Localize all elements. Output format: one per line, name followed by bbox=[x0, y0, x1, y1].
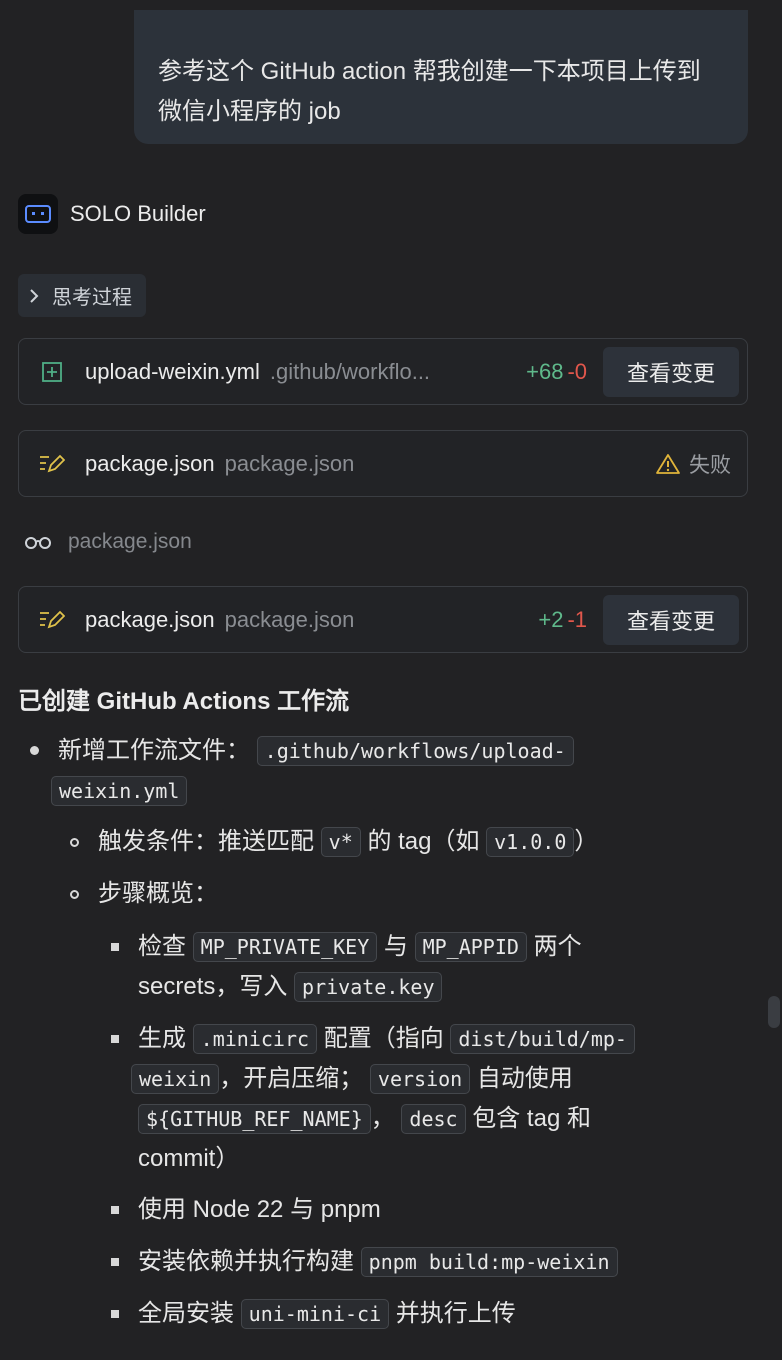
agent-avatar bbox=[18, 193, 58, 234]
list-item-cont: weixin ，开启压缩； version 自动使用 bbox=[131, 1059, 573, 1099]
file-edit-icon bbox=[39, 451, 65, 477]
inline-code: dist/build/mp- bbox=[450, 1024, 635, 1054]
file-edit-icon bbox=[39, 607, 65, 633]
lines-added: +2 bbox=[538, 606, 564, 632]
inline-code: .minicirc bbox=[192, 1024, 318, 1054]
scrollbar-thumb[interactable] bbox=[768, 996, 780, 1028]
file-path: package.json bbox=[224, 606, 355, 632]
glasses-icon bbox=[24, 535, 52, 549]
warning-icon bbox=[655, 453, 681, 475]
list-item-cont: ${GITHUB_REF_NAME}， desc 包含 tag 和 bbox=[138, 1099, 591, 1139]
file-change-card[interactable]: package.json package.json +2 -1 查看变更 bbox=[18, 586, 748, 653]
list-item: 安装依赖并执行构建 pnpm build:mp-weixin bbox=[138, 1242, 618, 1282]
file-name: package.json bbox=[85, 450, 215, 476]
list-item: 检查 MP_PRIVATE_KEY 与 MP_APPID 两个 bbox=[138, 932, 582, 962]
user-message-bubble: 参考这个 GitHub action 帮我创建一下本项目上传到微信小程序的 jo… bbox=[134, 10, 748, 144]
list-item-cont: secrets，写入 private.key bbox=[138, 967, 443, 1007]
list-item-cont: commit） bbox=[138, 1145, 240, 1172]
bullet bbox=[70, 838, 79, 847]
file-path: .github/workflo... bbox=[269, 358, 431, 384]
file-change-card[interactable]: upload-weixin.yml .github/workflo... +68… bbox=[18, 338, 748, 405]
inline-code: private.key bbox=[294, 972, 443, 1002]
inline-code: weixin.yml bbox=[51, 776, 188, 806]
bullet bbox=[111, 1206, 119, 1214]
inline-code: .github/workflows/upload- bbox=[256, 736, 574, 766]
list-item: 全局安装 uni-mini-ci 并执行上传 bbox=[138, 1299, 516, 1329]
list-item: 使用 Node 22 与 pnpm bbox=[138, 1196, 381, 1223]
inline-code: ${GITHUB_REF_NAME} bbox=[138, 1104, 371, 1134]
inline-code: version bbox=[369, 1064, 471, 1094]
inline-code: uni-mini-ci bbox=[240, 1299, 390, 1329]
list-item: 触发条件：推送匹配 v* 的 tag（如 v1.0.0） bbox=[98, 827, 599, 857]
read-file-name: package.json bbox=[68, 530, 192, 553]
bullet bbox=[111, 1258, 119, 1266]
file-name: package.json bbox=[85, 606, 215, 632]
lines-removed: -0 bbox=[567, 358, 587, 384]
list-item: 生成 .minicirc 配置（指向 dist/build/mp- bbox=[138, 1019, 635, 1059]
inline-code: pnpm build:mp-weixin bbox=[360, 1247, 618, 1277]
file-path: package.json bbox=[224, 450, 355, 476]
inline-code: MP_PRIVATE_KEY bbox=[192, 932, 378, 962]
bullet bbox=[111, 943, 119, 951]
agent-header: SOLO Builder bbox=[18, 193, 206, 234]
bullet bbox=[70, 890, 79, 899]
chevron-right-icon bbox=[28, 287, 40, 305]
inline-code: desc bbox=[401, 1104, 466, 1134]
status-text: 失败 bbox=[689, 453, 731, 477]
file-name: upload-weixin.yml bbox=[85, 358, 260, 384]
bullet bbox=[111, 1035, 119, 1043]
lines-removed: -1 bbox=[567, 606, 587, 632]
lines-added: +68 bbox=[526, 358, 564, 384]
file-change-card[interactable]: package.json package.json 失败 bbox=[18, 430, 748, 497]
view-changes-button[interactable]: 查看变更 bbox=[603, 346, 739, 397]
status-badge: 失败 bbox=[655, 449, 731, 479]
bullet bbox=[111, 1310, 119, 1318]
view-changes-button[interactable]: 查看变更 bbox=[603, 594, 739, 645]
user-message-text: 参考这个 GitHub action 帮我创建一下本项目上传到微信小程序的 jo… bbox=[158, 58, 701, 125]
list-item: 新增工作流文件： .github/workflows/upload- bbox=[58, 731, 574, 771]
list-item-cont: weixin.yml bbox=[51, 771, 188, 811]
read-file-row: package.json bbox=[24, 528, 192, 556]
bullet bbox=[30, 746, 39, 755]
inline-code: v* bbox=[320, 827, 361, 857]
thinking-label: 思考过程 bbox=[52, 287, 132, 309]
inline-code: v1.0.0 bbox=[486, 827, 575, 857]
summary-title: 已创建 GitHub Actions 工作流 bbox=[18, 688, 350, 715]
inline-code: MP_APPID bbox=[414, 932, 527, 962]
robot-icon bbox=[25, 204, 51, 223]
thinking-toggle[interactable]: 思考过程 bbox=[18, 274, 146, 317]
list-item: 步骤概览： bbox=[98, 880, 218, 907]
file-plus-icon bbox=[39, 359, 65, 385]
agent-name: SOLO Builder bbox=[70, 200, 206, 226]
inline-code: weixin bbox=[131, 1064, 220, 1094]
